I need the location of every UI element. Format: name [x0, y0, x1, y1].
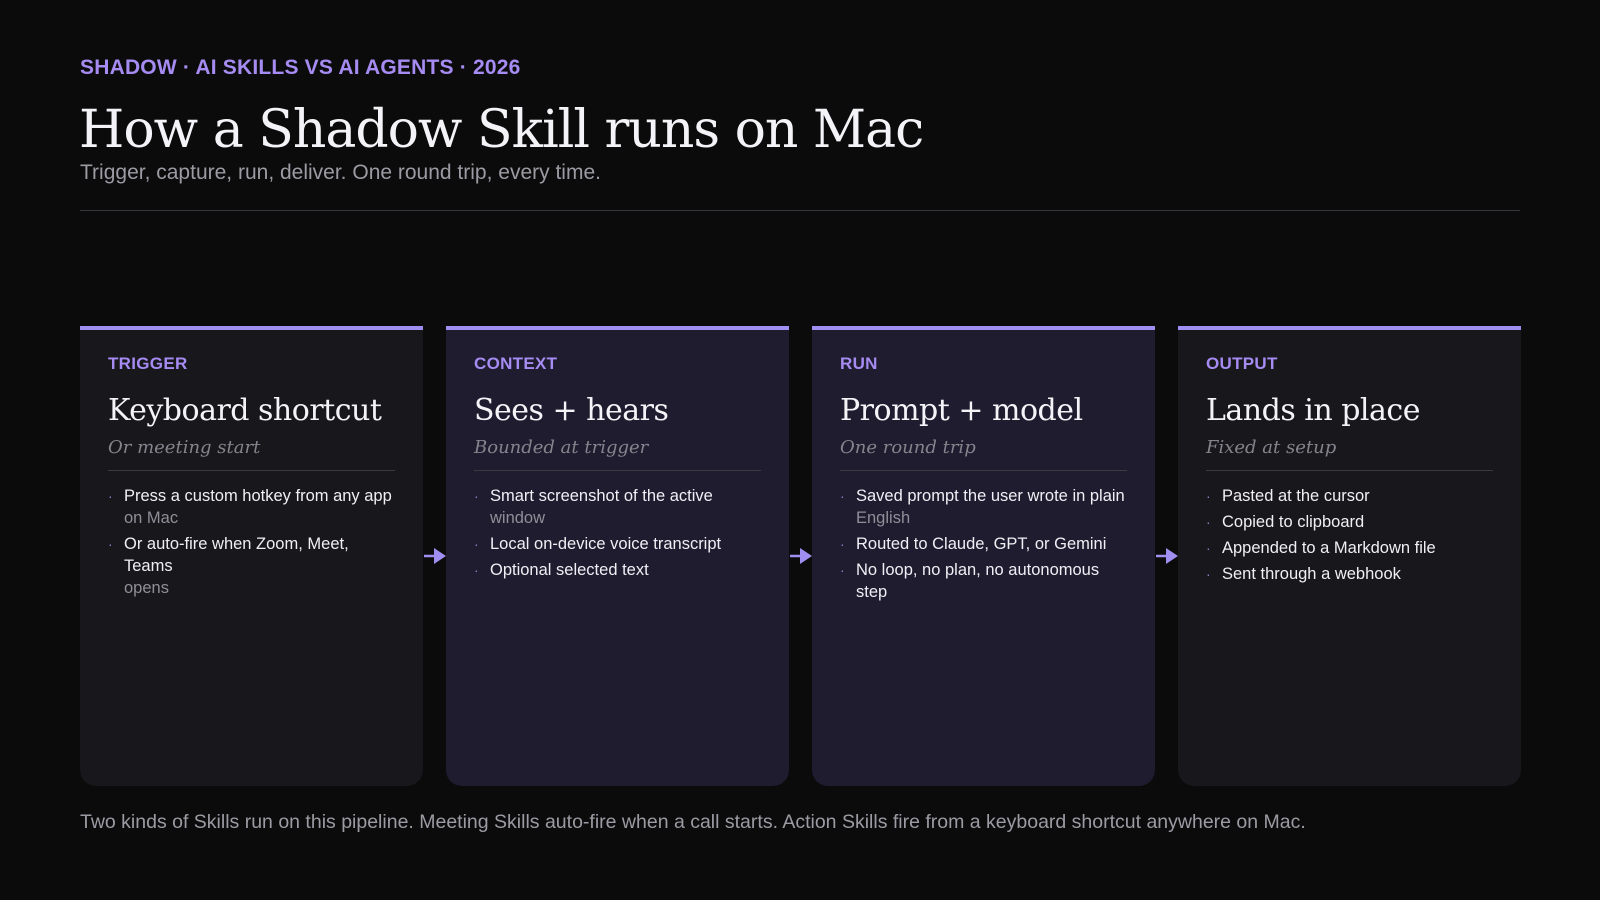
stage-bullet-list: · Pasted at the cursor · Copied to clipboa…	[1206, 485, 1493, 585]
page-title: How a Shadow Skill runs on Mac	[79, 100, 924, 160]
bullet-text: Local on-device voice transcript	[490, 535, 722, 553]
bullet-text: Copied to clipboard	[1222, 513, 1365, 531]
bullet-dot-icon: ·	[840, 488, 845, 504]
arrow-right-icon	[424, 548, 446, 564]
bullet-text: Appended to a Markdown file	[1222, 539, 1436, 557]
stage-subheading: One round trip	[840, 436, 1127, 471]
stage-bullet-list: · Smart screenshot of the active window · L…	[474, 485, 761, 581]
bullet-continuation: opens	[124, 579, 169, 597]
stage-card-trigger: TRIGGER Keyboard shortcut Or meeting sta…	[80, 326, 423, 786]
bullet-dot-icon: ·	[840, 536, 845, 552]
bullet-dot-icon: ·	[474, 536, 479, 552]
stage-label: CONTEXT	[474, 354, 558, 373]
bullet-text: Optional selected text	[490, 561, 649, 579]
stage-label: TRIGGER	[108, 354, 188, 373]
bullet-item: · Smart screenshot of the active window	[474, 485, 761, 529]
bullet-item: · Optional selected text	[474, 559, 761, 581]
bullet-item: · Routed to Claude, GPT, or Gemini	[840, 533, 1127, 555]
bullet-continuation: on Mac	[124, 509, 179, 527]
bullet-text: Press a custom hotkey from any app	[124, 487, 392, 505]
bullet-dot-icon: ·	[1206, 540, 1211, 556]
stage-subheading: Bounded at trigger	[474, 436, 761, 471]
bullet-item: · Appended to a Markdown file	[1206, 537, 1493, 559]
bullet-text: Routed to Claude, GPT, or Gemini	[856, 535, 1107, 553]
bullet-item: · Copied to clipboard	[1206, 511, 1493, 533]
stage-bullet-list: · Saved prompt the user wrote in plain Eng…	[840, 485, 1127, 603]
bullet-item: · Sent through a webhook	[1206, 563, 1493, 585]
bullet-dot-icon: ·	[108, 488, 113, 504]
bullet-text: Smart screenshot of the active	[490, 487, 713, 505]
bullet-dot-icon: ·	[1206, 488, 1211, 504]
arrow-right-icon	[1156, 548, 1178, 564]
bullet-item: · No loop, no plan, no autonomous step	[840, 559, 1127, 603]
bullet-item: · Or auto-fire when Zoom, Meet, Teams open…	[108, 533, 395, 599]
stage-subheading: Or meeting start	[108, 436, 395, 471]
bullet-dot-icon: ·	[108, 536, 113, 552]
bullet-continuation: English	[856, 509, 911, 527]
bullet-item: · Press a custom hotkey from any app on Ma…	[108, 485, 395, 529]
bullet-dot-icon: ·	[840, 562, 845, 578]
stage-card-output: OUTPUT Lands in place Fixed at setup · Pa…	[1178, 326, 1521, 786]
page-subtitle: Trigger, capture, run, deliver. One roun…	[80, 161, 601, 184]
bullet-text: Pasted at the cursor	[1222, 487, 1370, 505]
bullet-dot-icon: ·	[1206, 566, 1211, 582]
bullet-text: No loop, no plan, no autonomous step	[856, 561, 1100, 601]
bullet-continuation: window	[490, 509, 546, 527]
header-divider	[80, 210, 1520, 211]
stage-subheading: Fixed at setup	[1206, 436, 1493, 471]
stage-card-context: CONTEXT Sees + hears Bounded at trigger …	[446, 326, 789, 786]
stage-label: RUN	[840, 354, 878, 373]
bullet-item: · Pasted at the cursor	[1206, 485, 1493, 507]
stage-card-run: RUN Prompt + model One round trip · Saved…	[812, 326, 1155, 786]
stage-label: OUTPUT	[1206, 354, 1278, 373]
bullet-dot-icon: ·	[474, 562, 479, 578]
stage-heading: Lands in place	[1206, 393, 1420, 428]
stage-bullet-list: · Press a custom hotkey from any app on Ma…	[108, 485, 395, 599]
bullet-dot-icon: ·	[1206, 514, 1211, 530]
stage-heading: Sees + hears	[474, 393, 669, 428]
stage-heading: Keyboard shortcut	[108, 393, 382, 428]
bullet-item: · Saved prompt the user wrote in plain Eng…	[840, 485, 1127, 529]
eyebrow: SHADOW · AI SKILLS VS AI AGENTS · 2026	[80, 56, 521, 79]
footer-note: Two kinds of Skills run on this pipeline…	[80, 811, 1306, 833]
bullet-dot-icon: ·	[474, 488, 479, 504]
bullet-text: Saved prompt the user wrote in plain	[856, 487, 1125, 505]
stage-heading: Prompt + model	[840, 393, 1083, 428]
arrow-right-icon	[790, 548, 812, 564]
bullet-item: · Local on-device voice transcript	[474, 533, 761, 555]
bullet-text: Sent through a webhook	[1222, 565, 1401, 583]
bullet-text: Or auto-fire when Zoom, Meet, Teams	[124, 535, 349, 575]
